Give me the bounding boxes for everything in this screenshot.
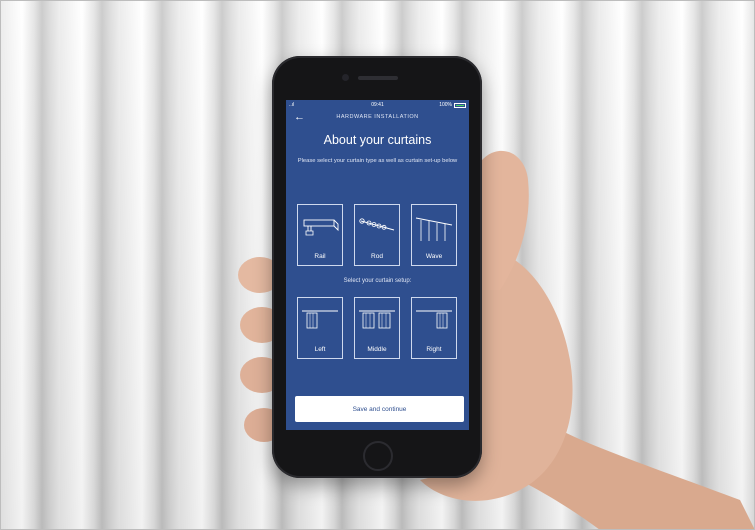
battery-percent: 100%	[439, 102, 452, 108]
battery-icon	[454, 102, 466, 108]
page-subtitle: Please select your curtain type as well …	[297, 158, 458, 164]
page-title: About your curtains	[323, 133, 432, 147]
middle-setup-icon	[359, 310, 395, 329]
curtain-type-wave[interactable]: Wave	[411, 204, 457, 266]
app-screen: ..ıl 09:41 100% ← HARDWARE INSTALLATION …	[286, 100, 469, 430]
tile-label: Middle	[367, 346, 387, 353]
curtain-setup-right[interactable]: Right	[411, 297, 457, 359]
curtain-setup-middle[interactable]: Middle	[354, 297, 400, 359]
rod-icon	[359, 218, 395, 231]
left-setup-icon	[302, 310, 338, 329]
home-button[interactable]	[363, 441, 393, 471]
curtain-type-rail[interactable]: Rail	[297, 204, 343, 266]
status-right: 100%	[439, 100, 466, 110]
tile-label: Left	[314, 346, 326, 353]
front-camera	[342, 74, 349, 81]
save-and-continue-button[interactable]: Save and continue	[295, 396, 464, 422]
tile-label: Wave	[425, 253, 443, 260]
header-title: HARDWARE INSTALLATION	[336, 114, 419, 120]
curtain-type-rod[interactable]: Rod	[354, 204, 400, 266]
rail-icon	[303, 219, 339, 236]
earpiece-speaker	[358, 76, 398, 80]
right-setup-icon	[416, 310, 452, 329]
tile-label: Rod	[371, 253, 383, 260]
tile-label: Right	[426, 346, 442, 353]
wave-icon	[415, 217, 453, 241]
curtain-setup-left[interactable]: Left	[297, 297, 343, 359]
tile-label: Rail	[314, 253, 326, 260]
setup-label: Select your curtain setup:	[343, 278, 412, 284]
status-bar: ..ıl 09:41 100%	[286, 100, 469, 110]
